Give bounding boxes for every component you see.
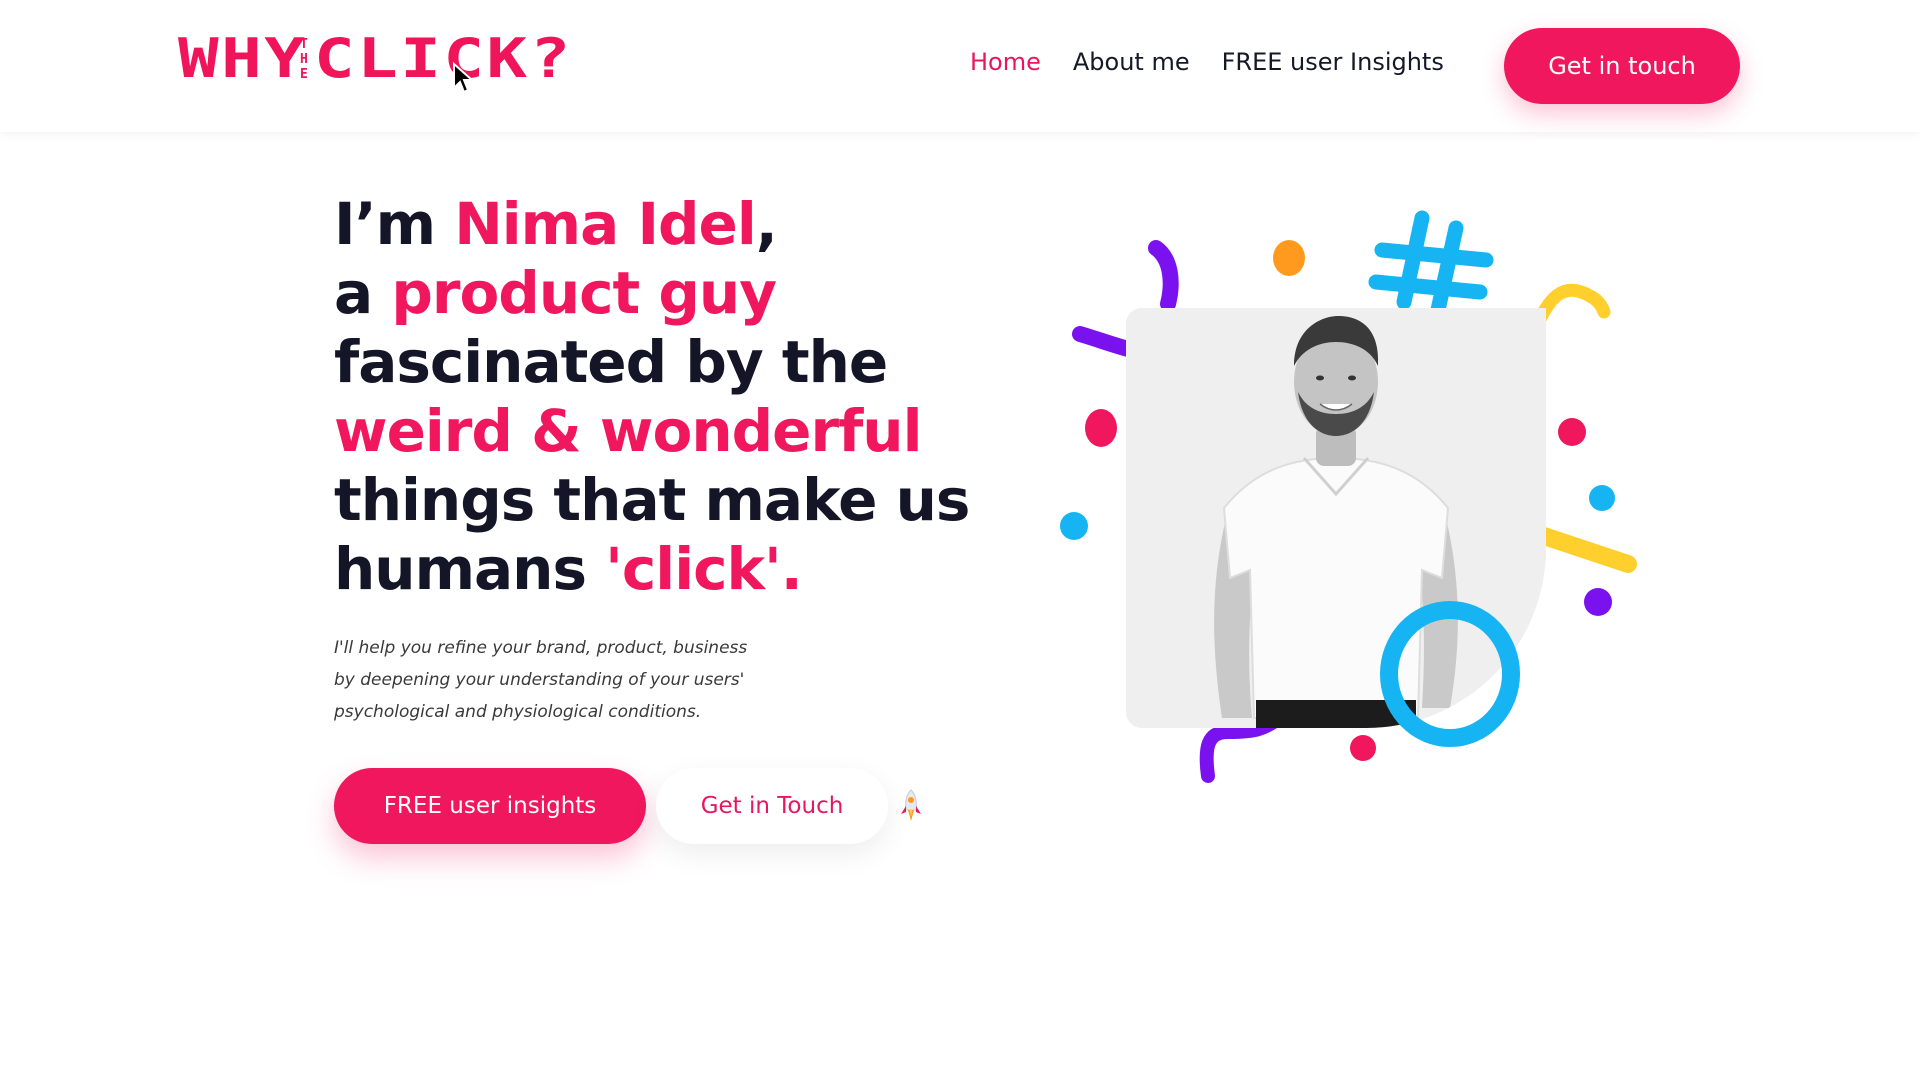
confetti-blue-dot [1060, 512, 1088, 540]
get-in-touch-header-button[interactable]: Get in touch [1504, 28, 1740, 104]
mouse-pointer-icon [453, 62, 474, 94]
headline-line-3: fascinated by the [334, 328, 888, 396]
headline-text: , [755, 190, 778, 258]
confetti-blue-dot [1589, 485, 1615, 511]
logo-word-why: WHY [178, 27, 308, 90]
confetti-blue-ring [1380, 601, 1520, 747]
headline-text: a [334, 259, 392, 327]
logo-word-click: CLICK? [313, 27, 573, 90]
confetti-red-dot [1085, 409, 1117, 447]
rocket-icon [901, 789, 921, 821]
confetti-purple-curve [1148, 240, 1179, 312]
headline-text: humans [334, 535, 606, 603]
headline-line-5: things that make us [334, 466, 970, 534]
confetti-purple-dot [1584, 588, 1612, 616]
headline-line-1: I’m Nima Idel, [334, 190, 778, 258]
headline-line-4: weird & wonderful [334, 397, 922, 465]
subtext-line: by deepening your understanding of your … [334, 670, 745, 690]
headline-line-6: humans 'click'. [334, 535, 803, 603]
get-in-touch-button[interactable]: Get in Touch [656, 768, 888, 844]
confetti-blue-hashtag [1368, 210, 1494, 318]
headline-name: Nima Idel [454, 190, 757, 258]
hero-subtext: I'll help you refine your brand, product… [334, 632, 814, 728]
nav-about-me[interactable]: About me [1073, 48, 1190, 76]
nav-free-user-insights[interactable]: FREE user Insights [1222, 48, 1444, 76]
confetti-purple-bar [1072, 326, 1140, 358]
confetti-red-dot [1558, 418, 1586, 446]
headline-highlight: product guy [391, 259, 777, 327]
main-nav: Home About me FREE user Insights [970, 48, 1444, 76]
nav-home[interactable]: Home [970, 48, 1041, 76]
headline-highlight: 'click'. [605, 535, 803, 603]
confetti-yellow-bar [1535, 527, 1637, 573]
free-user-insights-button[interactable]: FREE user insights [334, 768, 646, 844]
headline-text: I’m [334, 190, 455, 258]
hero-headline: I’m Nima Idel, a product guy fascinated … [334, 190, 970, 604]
subtext-line: psychological and physiological conditio… [334, 702, 702, 722]
site-logo[interactable]: WHY T H E CLICK? [178, 27, 570, 94]
site-header: WHY T H E CLICK? Home About me FREE user… [0, 0, 1920, 132]
subtext-line: I'll help you refine your brand, product… [334, 638, 748, 658]
headline-line-2: a product guy [334, 259, 777, 327]
confetti-orange-dot [1273, 240, 1305, 276]
